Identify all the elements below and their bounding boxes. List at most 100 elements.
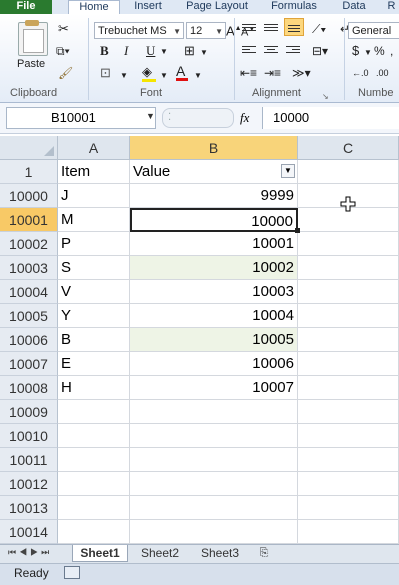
column-header-a[interactable]: A bbox=[58, 136, 130, 160]
chevron-down-icon[interactable]: ▼ bbox=[160, 45, 168, 59]
column-header-c[interactable]: C bbox=[298, 136, 399, 160]
cell-a[interactable] bbox=[58, 400, 130, 424]
cell-c[interactable] bbox=[298, 400, 399, 424]
cell-b[interactable] bbox=[130, 448, 298, 472]
orientation-text-icon[interactable]: ≫▾ bbox=[292, 66, 311, 80]
insert-sheet-icon[interactable]: ⎘ bbox=[252, 545, 276, 562]
row-header[interactable]: 10013 bbox=[0, 496, 58, 520]
cell-b[interactable] bbox=[130, 400, 298, 424]
cell-b[interactable] bbox=[130, 424, 298, 448]
cell-a1[interactable]: Item bbox=[58, 160, 130, 184]
tab-data[interactable]: Data bbox=[338, 0, 370, 14]
dialog-launcher-icon[interactable]: ↘ bbox=[322, 90, 329, 104]
tab-file[interactable]: File bbox=[0, 0, 52, 14]
cell-a[interactable]: Y bbox=[58, 304, 130, 328]
chevron-down-icon[interactable]: ▼ bbox=[160, 69, 168, 83]
copy-icon[interactable]: ⧉▾ bbox=[56, 44, 70, 58]
cell-a[interactable] bbox=[58, 472, 130, 496]
row-header[interactable]: 10014 bbox=[0, 520, 58, 544]
decrease-indent-icon[interactable]: ⇤≡ bbox=[240, 66, 257, 80]
cell-b[interactable]: 10007 bbox=[130, 376, 298, 400]
row-header[interactable]: 10009 bbox=[0, 400, 58, 424]
insert-function-button[interactable]: fx bbox=[240, 110, 249, 126]
borders-icon[interactable]: ⊡ bbox=[100, 66, 111, 80]
cell-b[interactable]: 10003 bbox=[130, 280, 298, 304]
row-header[interactable]: 10010 bbox=[0, 424, 58, 448]
increase-indent-icon[interactable]: ⇥≡ bbox=[264, 66, 281, 80]
row-header[interactable]: 10008 bbox=[0, 376, 58, 400]
row-header[interactable]: 10012 bbox=[0, 472, 58, 496]
cell-b[interactable] bbox=[130, 520, 298, 544]
row-header[interactable]: 10005 bbox=[0, 304, 58, 328]
cell-b1[interactable]: Value ▼ bbox=[130, 160, 298, 184]
fill-handle[interactable] bbox=[295, 228, 300, 233]
row-header[interactable]: 1 bbox=[0, 160, 58, 184]
row-header[interactable]: 10000 bbox=[0, 184, 58, 208]
cell-a[interactable] bbox=[58, 520, 130, 544]
sheet-tab-3[interactable]: Sheet3 bbox=[192, 545, 248, 562]
merge-center-icon[interactable]: ⊟▾ bbox=[312, 44, 328, 58]
sheet-nav-icon[interactable]: ⏮◀▶⏭ bbox=[8, 547, 52, 558]
cell-a[interactable]: E bbox=[58, 352, 130, 376]
cell-c[interactable] bbox=[298, 328, 399, 352]
font-color-icon[interactable]: A bbox=[176, 64, 188, 81]
currency-button[interactable]: $ bbox=[352, 44, 359, 58]
cell-a[interactable]: J bbox=[58, 184, 130, 208]
cell-a[interactable]: S bbox=[58, 256, 130, 280]
orientation-icon[interactable]: ⟋▾ bbox=[312, 22, 326, 36]
align-bottom-icon[interactable] bbox=[284, 18, 304, 36]
tab-formulas[interactable]: Formulas bbox=[268, 0, 320, 14]
sheet-tab-1[interactable]: Sheet1 bbox=[72, 545, 128, 562]
row-header[interactable]: 10011 bbox=[0, 448, 58, 472]
cell-c[interactable] bbox=[298, 472, 399, 496]
column-header-b[interactable]: B bbox=[130, 136, 298, 160]
cell-c[interactable] bbox=[298, 520, 399, 544]
bold-button[interactable]: B bbox=[100, 44, 109, 58]
cell-b[interactable] bbox=[130, 472, 298, 496]
font-name-combo[interactable]: Trebuchet MS ▼ bbox=[94, 22, 184, 39]
chevron-down-icon[interactable]: ▼ bbox=[364, 46, 372, 60]
cell-b[interactable]: 10005 bbox=[130, 328, 298, 352]
cell-b[interactable]: 9999 bbox=[130, 184, 298, 208]
align-top-icon[interactable] bbox=[242, 22, 256, 32]
percent-button[interactable]: % bbox=[374, 44, 385, 58]
cell-c[interactable] bbox=[298, 232, 399, 256]
cell-b[interactable] bbox=[130, 496, 298, 520]
number-format-combo[interactable]: General bbox=[348, 22, 399, 39]
font-size-combo[interactable]: 12 ▼ bbox=[186, 22, 226, 39]
select-all-corner[interactable] bbox=[0, 136, 58, 160]
cell-a[interactable] bbox=[58, 424, 130, 448]
row-header[interactable]: 10001 bbox=[0, 208, 58, 232]
cell-c[interactable] bbox=[298, 256, 399, 280]
cell-c[interactable] bbox=[298, 448, 399, 472]
cell-b[interactable]: 10001 bbox=[130, 232, 298, 256]
formula-input[interactable]: 10000 bbox=[262, 107, 399, 129]
sheet-tab-2[interactable]: Sheet2 bbox=[132, 545, 188, 562]
paste-icon[interactable] bbox=[18, 20, 48, 56]
row-header[interactable]: 10006 bbox=[0, 328, 58, 352]
cell-c[interactable] bbox=[298, 424, 399, 448]
formula-bar-splitter[interactable] bbox=[162, 108, 234, 128]
cell-c[interactable] bbox=[298, 376, 399, 400]
row-header[interactable]: 10003 bbox=[0, 256, 58, 280]
cut-icon[interactable]: ✂ bbox=[58, 22, 69, 36]
cell-c[interactable] bbox=[298, 304, 399, 328]
row-header[interactable]: 10007 bbox=[0, 352, 58, 376]
active-cell[interactable]: 10000 bbox=[130, 208, 298, 232]
decrease-decimal-icon[interactable]: .00 bbox=[376, 66, 389, 80]
cell-a[interactable]: H bbox=[58, 376, 130, 400]
cell-b[interactable]: 10006 bbox=[130, 352, 298, 376]
cell-c[interactable] bbox=[298, 496, 399, 520]
row-header[interactable]: 10004 bbox=[0, 280, 58, 304]
chevron-down-icon[interactable]: ▼ bbox=[200, 46, 208, 60]
tab-review[interactable]: R bbox=[384, 0, 399, 14]
macro-record-icon[interactable] bbox=[64, 566, 80, 579]
align-middle-icon[interactable] bbox=[264, 22, 278, 32]
chevron-down-icon[interactable]: ▼ bbox=[120, 69, 128, 83]
cell-b[interactable]: 10002 bbox=[130, 256, 298, 280]
tab-page-layout[interactable]: Page Layout bbox=[183, 0, 251, 14]
cell-a[interactable]: M bbox=[58, 208, 130, 232]
align-right-icon[interactable] bbox=[286, 44, 300, 54]
comma-icon[interactable]: , bbox=[390, 44, 393, 58]
filter-dropdown-icon[interactable]: ▼ bbox=[281, 164, 295, 178]
